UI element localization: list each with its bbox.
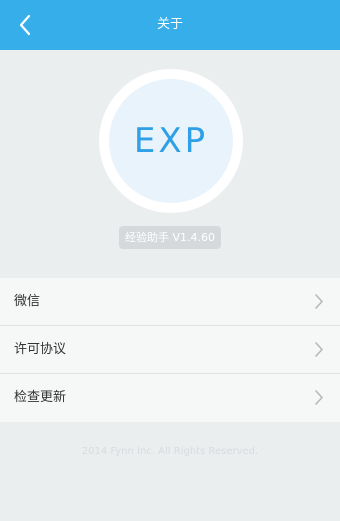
menu-item-license[interactable]: 许可协议	[0, 326, 340, 374]
menu-item-label: 微信	[14, 294, 41, 309]
app-logo-text: EXP	[109, 79, 233, 203]
copyright-text: 2014 Fynn Inc. All Rights Reserved.	[81, 446, 259, 457]
header-bar: 关于	[0, 0, 340, 50]
page-title: 关于	[156, 17, 183, 32]
chevron-right-icon	[314, 389, 324, 406]
menu-item-wechat[interactable]: 微信	[0, 278, 340, 326]
app-logo: EXP	[99, 69, 243, 213]
menu-item-check-update[interactable]: 检查更新	[0, 374, 340, 422]
menu-item-label: 许可协议	[14, 342, 67, 357]
version-badge: 经验助手 V1.4.60	[119, 226, 221, 249]
chevron-right-icon	[314, 341, 324, 358]
menu-item-label: 检查更新	[14, 390, 67, 405]
chevron-right-icon	[314, 293, 324, 310]
settings-menu: 微信 许可协议 检查更新	[0, 278, 340, 422]
